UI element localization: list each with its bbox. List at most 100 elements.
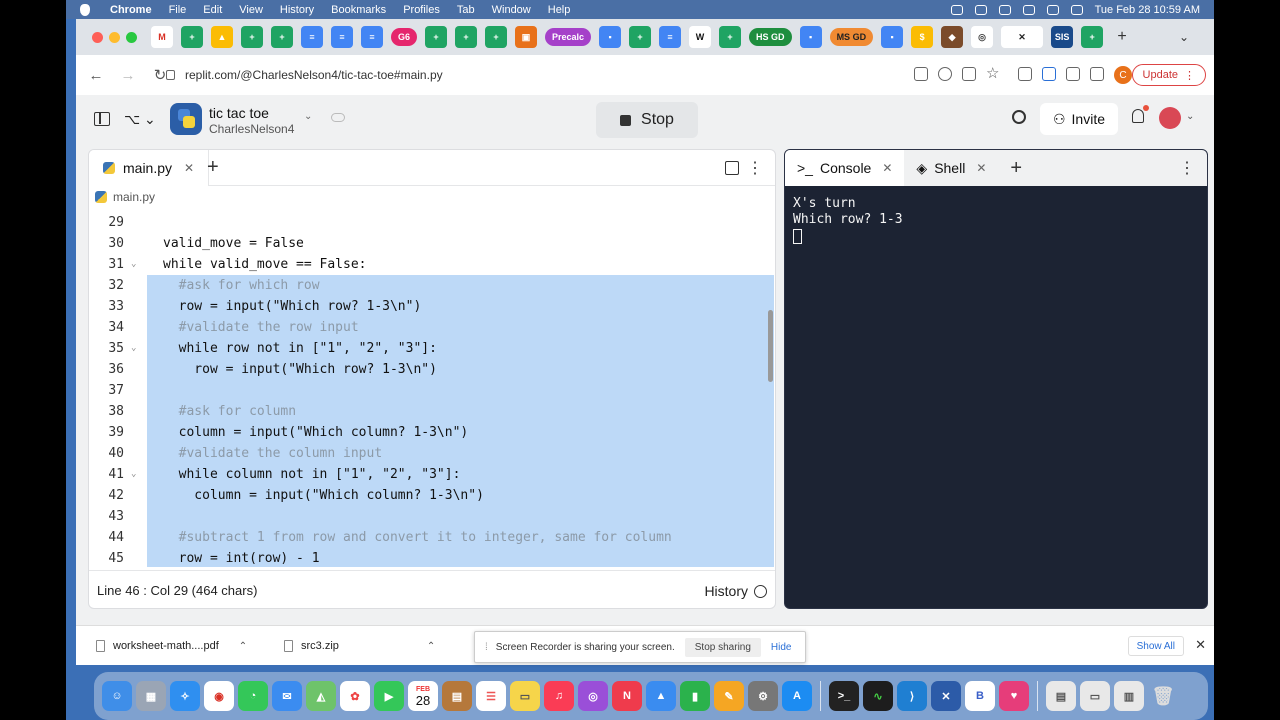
close-icon[interactable]: ✕ bbox=[1195, 637, 1206, 653]
tab-hs-gd[interactable]: HS GD bbox=[749, 28, 792, 46]
tab-gmail[interactable]: M bbox=[151, 26, 173, 48]
python-logo-icon[interactable] bbox=[170, 103, 202, 135]
search-icon[interactable] bbox=[1012, 110, 1026, 124]
pages-icon[interactable]: ✎ bbox=[714, 681, 744, 711]
tab-classroom-1[interactable]: ▪ bbox=[599, 26, 622, 48]
code-line[interactable]: 31 ⌄ while valid_move == False: bbox=[89, 254, 775, 275]
menu-file[interactable]: File bbox=[169, 4, 187, 16]
stop-button[interactable]: Stop bbox=[596, 102, 698, 138]
drag-handle-icon[interactable]: ⁞ bbox=[485, 642, 488, 653]
tab-slides[interactable]: ▣ bbox=[515, 26, 538, 48]
code-line[interactable]: 42 column = input("Which column? 1-3\n") bbox=[89, 485, 775, 506]
tab-console[interactable]: >_ Console ✕ bbox=[785, 150, 905, 186]
finder-icon[interactable]: ☺ bbox=[102, 681, 132, 711]
url-text[interactable]: replit.com/@CharlesNelson4/tic-tac-toe#m… bbox=[185, 68, 443, 82]
show-all-button[interactable]: Show All bbox=[1127, 636, 1184, 656]
code-line[interactable]: 41 ⌄ while column not in ["1", "2", "3"]: bbox=[89, 464, 775, 485]
console-output[interactable]: X's turn Which row? 1-3 bbox=[793, 196, 903, 228]
code-text[interactable]: #ask for column bbox=[163, 401, 296, 422]
notes-icon[interactable]: ▭ bbox=[510, 681, 540, 711]
tab-classroom-2[interactable]: ▪ bbox=[799, 26, 822, 48]
code-text[interactable]: while valid_move == False: bbox=[163, 254, 367, 275]
repl-title[interactable]: tic tac toe bbox=[209, 105, 269, 121]
activity-monitor-icon[interactable]: ∿ bbox=[863, 681, 893, 711]
battery-icon[interactable] bbox=[998, 4, 1011, 15]
tab-shell[interactable]: ◈ Shell ✕ bbox=[904, 150, 998, 186]
download-item-pdf[interactable]: worksheet-math....pdf ⌃ bbox=[96, 626, 247, 666]
tab-chrome[interactable]: ◎ bbox=[971, 26, 994, 48]
reading-list-icon[interactable] bbox=[1066, 67, 1080, 81]
heart-app-icon[interactable]: ♥ bbox=[999, 681, 1029, 711]
close-tab-icon[interactable]: ✕ bbox=[882, 161, 892, 175]
breadcrumb-file[interactable]: main.py bbox=[113, 190, 155, 204]
code-text[interactable]: valid_move = False bbox=[163, 233, 304, 254]
code-text[interactable]: row = input("Which row? 1-3\n") bbox=[163, 296, 422, 317]
tab-sheets-5[interactable]: + bbox=[455, 26, 478, 48]
tab-classroom-3[interactable]: ▪ bbox=[881, 26, 904, 48]
wifi-icon[interactable] bbox=[1022, 4, 1035, 15]
user-avatar[interactable] bbox=[1159, 107, 1181, 129]
code-line[interactable]: 44 #subtract 1 from row and convert it t… bbox=[89, 527, 775, 548]
code-line[interactable]: 35 ⌄ while row not in ["1", "2", "3"]: bbox=[89, 338, 775, 359]
safari-icon[interactable]: ✧ bbox=[170, 681, 200, 711]
repl-owner[interactable]: CharlesNelson4 bbox=[209, 122, 294, 136]
menu-history[interactable]: History bbox=[280, 4, 314, 16]
code-line[interactable]: 34 #validate the row input bbox=[89, 317, 775, 338]
screenshot-stack-icon[interactable]: ▭ bbox=[1080, 681, 1110, 711]
chevron-down-icon[interactable]: ⌄ bbox=[304, 111, 312, 122]
tab-sheets-3[interactable]: + bbox=[271, 26, 293, 48]
menu-edit[interactable]: Edit bbox=[203, 4, 222, 16]
control-center-icon[interactable] bbox=[1070, 4, 1083, 15]
stop-sharing-button[interactable]: Stop sharing bbox=[684, 637, 761, 657]
code-line[interactable]: 29 bbox=[89, 212, 775, 233]
tab-ms-gd[interactable]: MS GD bbox=[829, 28, 874, 46]
code-line[interactable]: 32 #ask for which row bbox=[89, 275, 775, 296]
share-icon[interactable] bbox=[962, 67, 976, 81]
tab-shield[interactable]: ◆ bbox=[941, 26, 964, 48]
fold-chevron-icon[interactable]: ⌄ bbox=[131, 254, 136, 275]
tab-keep[interactable]: $ bbox=[911, 26, 934, 48]
code-text[interactable]: #validate the row input bbox=[163, 317, 359, 338]
minimize-window-button[interactable] bbox=[109, 31, 120, 43]
search-spotlight-icon[interactable] bbox=[1046, 4, 1059, 15]
maps-icon[interactable]: ◭ bbox=[306, 681, 336, 711]
code-text[interactable]: while row not in ["1", "2", "3"]: bbox=[163, 338, 437, 359]
code-line[interactable]: 39 column = input("Which column? 1-3\n") bbox=[89, 422, 775, 443]
console-menu-icon[interactable]: ⋮ bbox=[1179, 158, 1195, 178]
chevron-down-icon[interactable]: ⌄ bbox=[1186, 111, 1194, 122]
code-editor[interactable]: 29 30 valid_move = False 31 ⌄ while valid_mov… bbox=[89, 212, 775, 567]
tab-sheets-1[interactable]: + bbox=[181, 26, 203, 48]
numbers-icon[interactable]: ▮ bbox=[680, 681, 710, 711]
code-text[interactable]: #ask for which row bbox=[163, 275, 320, 296]
keynote-icon[interactable]: ▲ bbox=[646, 681, 676, 711]
close-tab-icon[interactable]: ✕ bbox=[976, 161, 986, 175]
document-stack-icon[interactable]: ▤ bbox=[1046, 681, 1076, 711]
menu-profiles[interactable]: Profiles bbox=[403, 4, 440, 16]
cast-icon[interactable] bbox=[1042, 67, 1056, 81]
forward-button[interactable]: → bbox=[116, 63, 140, 87]
code-text[interactable]: #validate the column input bbox=[163, 443, 383, 464]
code-line[interactable]: 33 row = input("Which row? 1-3\n") bbox=[89, 296, 775, 317]
photos-icon[interactable]: ✿ bbox=[340, 681, 370, 711]
reminders-icon[interactable]: ☰ bbox=[476, 681, 506, 711]
hide-button[interactable]: Hide bbox=[771, 642, 792, 653]
tab-docs-2[interactable]: ≡ bbox=[331, 26, 353, 48]
tab-wikipedia[interactable]: W bbox=[689, 26, 712, 48]
music-icon[interactable]: ♫ bbox=[544, 681, 574, 711]
open-in-app-icon[interactable] bbox=[914, 67, 928, 81]
tab-replit-active[interactable]: ✕ bbox=[1001, 26, 1044, 48]
menubar-clock[interactable]: Tue Feb 28 10:59 AM bbox=[1095, 4, 1200, 16]
tab-docs-4[interactable]: ≡ bbox=[659, 26, 682, 48]
tab-sheets-8[interactable]: + bbox=[719, 26, 742, 48]
code-line[interactable]: 37 bbox=[89, 380, 775, 401]
tab-search-chevron-icon[interactable]: ⌄ bbox=[1173, 26, 1195, 48]
back-button[interactable]: ← bbox=[84, 63, 108, 87]
sidebar-toggle-icon[interactable] bbox=[94, 112, 110, 126]
tab-sheets-7[interactable]: + bbox=[629, 26, 652, 48]
close-window-button[interactable] bbox=[92, 31, 103, 43]
calendar-icon[interactable]: FEB 28 bbox=[408, 681, 438, 711]
new-tab-button[interactable]: + bbox=[1111, 26, 1133, 48]
tab-sheets-9[interactable]: + bbox=[1081, 26, 1104, 48]
add-tab-button[interactable]: + bbox=[207, 156, 219, 179]
menu-view[interactable]: View bbox=[239, 4, 263, 16]
